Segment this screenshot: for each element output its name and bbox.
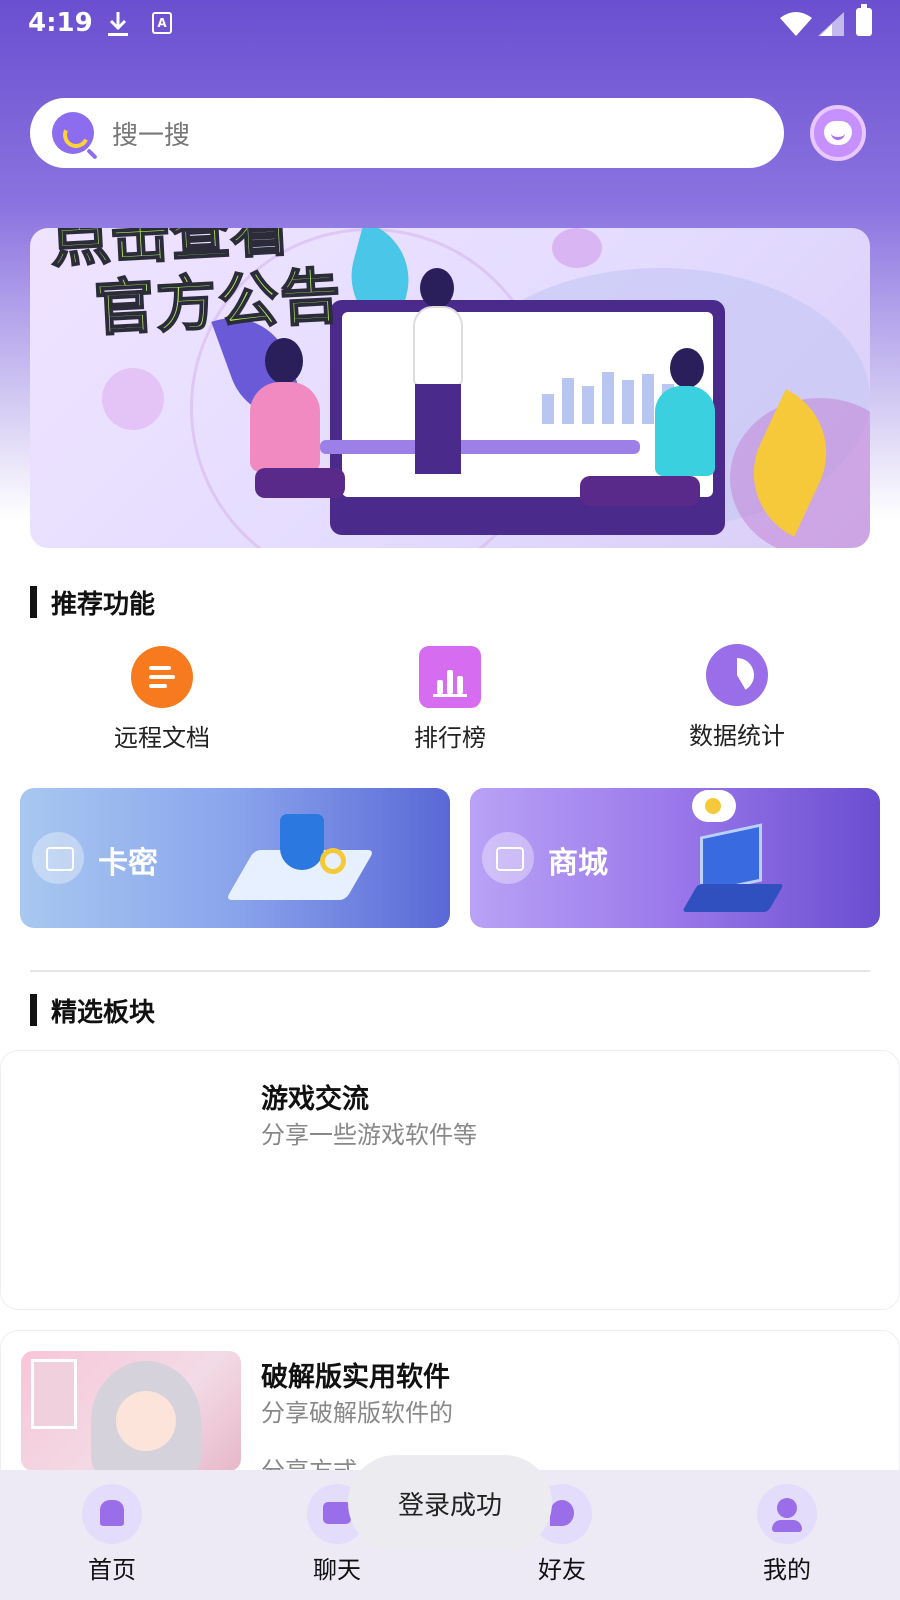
feature-label: 数据统计 [689, 722, 785, 750]
shopping-bag-icon [482, 832, 534, 884]
nav-label: 聊天 [313, 1556, 361, 1584]
shield-illustration [225, 810, 375, 910]
section-header-recommended: 推荐功能 [30, 585, 156, 620]
desk-illustration [320, 440, 640, 454]
nav-profile[interactable]: 我的 [727, 1484, 847, 1585]
toast-message: 登录成功 [348, 1455, 552, 1551]
announcement-banner[interactable]: 点击查看 官方公告 [30, 228, 870, 548]
person-illustration [405, 268, 475, 478]
feature-statistics[interactable]: 数据统计 [647, 644, 827, 751]
board-description: 分享破解版软件的 [261, 1399, 453, 1427]
signal-icon [818, 12, 844, 36]
nav-label: 好友 [538, 1556, 586, 1584]
search-bar[interactable]: 搜一搜 [30, 98, 784, 168]
search-icon [52, 112, 94, 154]
nav-label: 首页 [88, 1556, 136, 1584]
wifi-icon [780, 12, 812, 36]
board-thumbnail [21, 1351, 241, 1471]
board-description: 分享一些游戏软件等 [261, 1121, 477, 1149]
section-title: 推荐功能 [51, 589, 156, 620]
section-marker [30, 994, 37, 1026]
feature-ranking[interactable]: 排行榜 [360, 646, 540, 753]
promo-label: 商城 [548, 846, 608, 881]
status-time: 4:19 [28, 8, 93, 38]
promo-label: 卡密 [98, 846, 158, 881]
coin-illustration [705, 798, 721, 814]
mail-icon [552, 228, 602, 268]
battery-icon [856, 4, 872, 36]
feature-label: 远程文档 [114, 724, 210, 752]
section-marker [30, 586, 37, 618]
assistant-avatar-button[interactable] [810, 105, 866, 161]
board-title: 游戏交流 [261, 1084, 369, 1115]
search-input[interactable]: 搜一搜 [112, 115, 190, 152]
card-icon [32, 832, 84, 884]
pie-chart-icon [706, 644, 768, 706]
document-icon [131, 646, 193, 708]
status-bar: 4:19 A [0, 0, 900, 48]
nav-home[interactable]: 首页 [52, 1484, 172, 1585]
profile-icon [757, 1484, 817, 1544]
person-illustration [580, 348, 730, 538]
board-title: 破解版实用软件 [261, 1362, 450, 1393]
person-illustration [240, 338, 345, 528]
feature-label: 排行榜 [414, 724, 486, 752]
robot-face-icon [824, 121, 852, 145]
nav-label: 我的 [763, 1556, 811, 1584]
divider [30, 970, 870, 972]
feature-remote-docs[interactable]: 远程文档 [72, 646, 252, 753]
download-icon [108, 12, 128, 36]
card-key-button[interactable]: 卡密 [20, 788, 450, 928]
bar-chart-icon [419, 646, 481, 708]
film-reel-icon [102, 368, 164, 430]
keyboard-icon: A [152, 12, 172, 34]
home-icon [82, 1484, 142, 1544]
banner-title: 官方公告 [92, 261, 345, 346]
section-header-featured: 精选板块 [30, 993, 156, 1028]
section-title: 精选板块 [51, 997, 156, 1028]
shop-button[interactable]: 商城 [470, 788, 880, 928]
board-card-game-exchange[interactable]: 游戏交流 分享一些游戏软件等 [0, 1050, 900, 1310]
